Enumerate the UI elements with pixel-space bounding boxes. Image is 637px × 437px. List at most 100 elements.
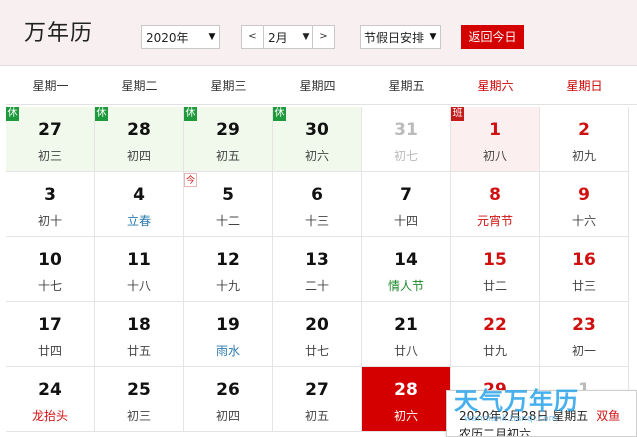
prev-month-button[interactable]: < bbox=[242, 26, 264, 48]
day-number: 7 bbox=[400, 185, 412, 205]
day-number: 24 bbox=[38, 380, 62, 400]
lunar-date: 初三 bbox=[126, 409, 151, 423]
lunar-date: 雨水 bbox=[215, 344, 240, 358]
calendar-day-cell[interactable]: 25 初三 bbox=[95, 367, 184, 432]
day-number: 6 bbox=[311, 185, 323, 205]
day-number: 31 bbox=[394, 120, 418, 140]
next-month-button[interactable]: > bbox=[312, 26, 334, 48]
calendar-day-cell[interactable]: 13 二十 bbox=[273, 237, 362, 302]
calendar-day-cell[interactable]: 7 十四 bbox=[362, 172, 451, 237]
tooltip-lunar: 农历二月初六 bbox=[459, 427, 532, 437]
day-number: 20 bbox=[305, 315, 329, 335]
calendar-day-cell[interactable]: 15 廿二 bbox=[451, 237, 540, 302]
calendar-day-cell[interactable]: 休 27 初三 bbox=[6, 107, 95, 172]
calendar-day-cell[interactable]: 18 廿五 bbox=[95, 302, 184, 367]
calendar-header: 万年历 2020年 ▼ < 2月 ▼ > 节假日安排 ▼ 返回今日 bbox=[0, 0, 637, 66]
lunar-date: 元宵节 bbox=[476, 214, 513, 228]
lunar-date: 初七 bbox=[393, 149, 418, 163]
holiday-badge: 休 bbox=[95, 107, 108, 121]
lunar-date: 十七 bbox=[37, 279, 62, 293]
day-number: 1 bbox=[489, 120, 501, 140]
day-number: 10 bbox=[38, 250, 62, 270]
day-number: 4 bbox=[133, 185, 145, 205]
calendar-day-cell[interactable]: 28 初六 bbox=[362, 367, 451, 432]
day-number: 28 bbox=[127, 120, 151, 140]
calendar-day-cell[interactable]: 休 29 初五 bbox=[184, 107, 273, 172]
day-number: 9 bbox=[578, 185, 590, 205]
lunar-date: 十四 bbox=[393, 214, 418, 228]
calendar-day-cell[interactable]: 24 龙抬头 bbox=[6, 367, 95, 432]
day-number: 2 bbox=[578, 120, 590, 140]
calendar-day-cell[interactable]: 23 初一 bbox=[540, 302, 629, 367]
back-to-today-button[interactable]: 返回今日 bbox=[461, 25, 524, 49]
calendar-day-cell[interactable]: 19 雨水 bbox=[184, 302, 273, 367]
calendar-day-cell[interactable]: 休 28 初四 bbox=[95, 107, 184, 172]
weekday-label: 星期日 bbox=[566, 79, 603, 93]
calendar-day-cell[interactable]: 休 30 初六 bbox=[273, 107, 362, 172]
calendar-day-cell[interactable]: 17 廿四 bbox=[6, 302, 95, 367]
lunar-date: 廿七 bbox=[304, 344, 329, 358]
calendar-day-cell[interactable]: 2 初九 bbox=[540, 107, 629, 172]
lunar-date: 廿九 bbox=[482, 344, 507, 358]
calendar-day-cell[interactable]: 6 十三 bbox=[273, 172, 362, 237]
calendar-day-cell[interactable]: 21 廿八 bbox=[362, 302, 451, 367]
workday-badge: 班 bbox=[451, 107, 464, 121]
day-number: 3 bbox=[44, 185, 56, 205]
calendar-day-cell[interactable]: 14 情人节 bbox=[362, 237, 451, 302]
calendar-day-cell[interactable]: 10 十七 bbox=[6, 237, 95, 302]
calendar-day-cell[interactable]: 9 十六 bbox=[540, 172, 629, 237]
day-number: 25 bbox=[127, 380, 151, 400]
lunar-date: 十八 bbox=[126, 279, 151, 293]
lunar-date: 初五 bbox=[215, 149, 240, 163]
year-select[interactable]: 2020年 ▼ bbox=[141, 25, 220, 49]
holiday-badge: 休 bbox=[273, 107, 286, 121]
lunar-date: 龙抬头 bbox=[31, 409, 68, 423]
calendar-day-cell[interactable]: 今 5 十二 bbox=[184, 172, 273, 237]
calendar-day-cell[interactable]: 8 元宵节 bbox=[451, 172, 540, 237]
lunar-date: 初九 bbox=[571, 149, 596, 163]
day-number: 16 bbox=[572, 250, 596, 270]
calendar-day-cell[interactable]: 班 1 初八 bbox=[451, 107, 540, 172]
calendar-day-cell[interactable]: 11 十八 bbox=[95, 237, 184, 302]
calendar-day-cell[interactable]: 26 初四 bbox=[184, 367, 273, 432]
watermark-text: 天气万年历 bbox=[454, 387, 579, 415]
lunar-date: 十三 bbox=[304, 214, 329, 228]
lunar-date: 二十 bbox=[304, 279, 329, 293]
holiday-select[interactable]: 节假日安排 ▼ bbox=[360, 25, 441, 49]
day-number: 8 bbox=[489, 185, 501, 205]
day-number: 5 bbox=[222, 185, 234, 205]
watermark-logo: 天气万年历 wannianli.tianqi.com bbox=[454, 381, 579, 424]
month-select[interactable]: 2月 ▼ bbox=[264, 29, 312, 46]
calendar-day-cell[interactable]: 4 立春 bbox=[95, 172, 184, 237]
day-number: 17 bbox=[38, 315, 62, 335]
holiday-badge: 休 bbox=[184, 107, 197, 121]
calendar-day-cell[interactable]: 27 初五 bbox=[273, 367, 362, 432]
lunar-date: 廿八 bbox=[393, 344, 418, 358]
lunar-date: 十二 bbox=[215, 214, 240, 228]
lunar-date: 初一 bbox=[571, 344, 596, 358]
lunar-date: 十九 bbox=[215, 279, 240, 293]
lunar-date: 廿二 bbox=[482, 279, 507, 293]
calendar-day-cell[interactable]: 20 廿七 bbox=[273, 302, 362, 367]
calendar-day-cell[interactable]: 3 初十 bbox=[6, 172, 95, 237]
weekday-header: 星期一 星期二 星期三 星期四 星期五 星期六 星期日 bbox=[6, 67, 637, 105]
lunar-date: 初十 bbox=[37, 214, 62, 228]
calendar-day-cell[interactable]: 16 廿三 bbox=[540, 237, 629, 302]
day-number: 23 bbox=[572, 315, 596, 335]
day-number: 15 bbox=[483, 250, 507, 270]
holiday-badge: 休 bbox=[6, 107, 19, 121]
day-number: 22 bbox=[483, 315, 507, 335]
lunar-date: 初四 bbox=[126, 149, 151, 163]
lunar-date: 情人节 bbox=[387, 279, 424, 293]
weekday-label: 星期五 bbox=[388, 79, 425, 93]
day-number: 29 bbox=[216, 120, 240, 140]
calendar-day-cell[interactable]: 31 初七 bbox=[362, 107, 451, 172]
calendar-day-cell[interactable]: 12 十九 bbox=[184, 237, 273, 302]
weekday-label: 星期四 bbox=[299, 79, 336, 93]
dropdown-arrow-icon: ▼ bbox=[208, 32, 216, 42]
weekday-label: 星期六 bbox=[477, 79, 514, 93]
calendar-day-cell[interactable]: 22 廿九 bbox=[451, 302, 540, 367]
weekday-label: 星期一 bbox=[32, 79, 69, 93]
dropdown-arrow-icon: ▼ bbox=[302, 32, 310, 42]
day-number: 18 bbox=[127, 315, 151, 335]
